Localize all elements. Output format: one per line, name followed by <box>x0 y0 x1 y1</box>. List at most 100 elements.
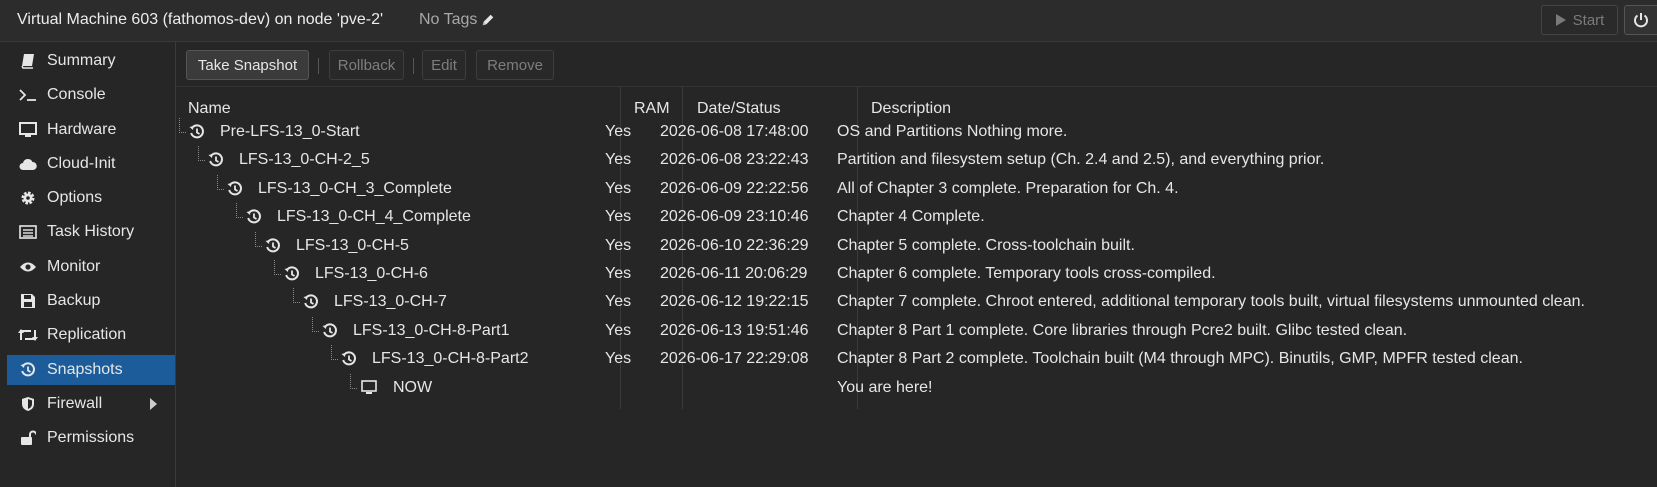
pencil-icon[interactable] <box>481 13 495 27</box>
monitor-icon <box>361 379 377 394</box>
table-row[interactable]: LFS-13_0-CH_3_Complete Yes 2026-06-09 22:2… <box>176 174 1657 203</box>
power-icon <box>1634 13 1648 28</box>
tags-label: No Tags <box>419 11 478 28</box>
snapshot-date: 2026-06-13 19:51:46 <box>660 321 809 339</box>
sidebar: Summary Console Hardware Cloud-Init Opti… <box>0 42 176 487</box>
snapshot-name: LFS-13_0-CH_3_Complete <box>258 179 452 197</box>
sidebar-item-replication[interactable]: Replication <box>7 320 175 350</box>
snapshot-ram: Yes <box>605 236 632 254</box>
table-row[interactable]: LFS-13_0-CH-2_5 Yes 2026-06-08 23:22:43 Par… <box>176 146 1657 174</box>
table-row[interactable]: LFS-13_0-CH-6 Yes 2026-06-11 20:06:29 Chapt… <box>176 260 1657 288</box>
column-header-date[interactable]: Date/Status <box>697 100 781 118</box>
sidebar-item-permissions[interactable]: Permissions <box>7 423 175 453</box>
tree-connector <box>274 260 281 275</box>
history-icon <box>284 266 299 281</box>
snapshot-name: LFS-13_0-CH-7 <box>334 293 447 311</box>
sidebar-item-hardware[interactable]: Hardware <box>7 115 175 145</box>
sidebar-item-label: Cloud-Init <box>47 155 116 172</box>
table-row[interactable]: LFS-13_0-CH-8-Part1 Yes 2026-06-13 19:51:4… <box>176 316 1657 345</box>
tree-connector <box>331 345 338 361</box>
sidebar-item-label: Monitor <box>47 258 101 275</box>
snapshot-description: Chapter 7 complete. Chroot entered, addi… <box>837 293 1585 311</box>
history-icon <box>303 294 318 309</box>
history-icon <box>265 237 280 252</box>
history-icon <box>189 124 204 139</box>
unlock-icon <box>18 429 38 447</box>
remove-button[interactable]: Remove <box>476 50 554 80</box>
toolbar-separator <box>413 58 414 74</box>
sidebar-item-snapshots[interactable]: Snapshots <box>7 355 175 385</box>
history-icon <box>227 181 242 196</box>
cloud-icon <box>18 155 38 173</box>
snapshot-name: LFS-13_0-CH-8-Part1 <box>353 321 510 339</box>
history-icon <box>341 351 356 366</box>
snapshot-ram: Yes <box>605 151 632 169</box>
snapshot-date: 2026-06-12 19:22:15 <box>660 293 809 311</box>
snapshot-description: All of Chapter 3 complete. Preparation f… <box>837 179 1179 197</box>
snapshot-name: LFS-13_0-CH-2_5 <box>239 151 370 169</box>
snapshot-date: 2026-06-10 22:36:29 <box>660 236 809 254</box>
snapshot-name: LFS-13_0-CH-5 <box>296 236 409 254</box>
snapshot-description: Chapter 5 complete. Cross-toolchain buil… <box>837 236 1135 254</box>
sidebar-item-label: Summary <box>47 52 116 69</box>
snapshot-name: LFS-13_0-CH-6 <box>315 265 428 282</box>
snapshot-date: 2026-06-11 20:06:29 <box>660 265 808 282</box>
toolbar-separator <box>318 58 319 74</box>
snapshot-ram: Yes <box>605 123 632 140</box>
snapshot-toolbar: Take Snapshot Rollback Edit Remove <box>176 42 1657 87</box>
tree-connector <box>312 316 319 332</box>
submenu-arrow-icon[interactable] <box>150 398 157 410</box>
sidebar-item-monitor[interactable]: Monitor <box>7 252 175 282</box>
start-button[interactable]: Start <box>1541 5 1618 35</box>
table-row[interactable]: LFS-13_0-CH-7 Yes 2026-06-12 19:22:15 Chapt… <box>176 288 1657 316</box>
gear-icon <box>18 189 38 207</box>
tags-editor[interactable]: No Tags <box>419 11 495 29</box>
snapshot-description: Chapter 6 complete. Temporary tools cros… <box>837 265 1216 282</box>
snapshot-description: Partition and filesystem setup (Ch. 2.4 … <box>837 151 1325 169</box>
rollback-button[interactable]: Rollback <box>329 50 404 80</box>
sidebar-item-options[interactable]: Options <box>7 183 175 213</box>
sidebar-item-summary[interactable]: Summary <box>7 46 175 76</box>
history-icon <box>208 152 223 167</box>
snapshot-grid: Name RAM Date/Status Description Pre-LFS… <box>176 87 1657 487</box>
snapshot-date: 2026-06-08 17:48:00 <box>660 123 809 140</box>
table-row[interactable]: LFS-13_0-CH-5 Yes 2026-06-10 22:36:29 Chapt… <box>176 231 1657 260</box>
sidebar-item-label: Replication <box>47 326 127 343</box>
snapshot-description: Chapter 8 Part 2 complete. Toolchain bui… <box>837 350 1523 368</box>
sidebar-item-label: Snapshots <box>47 361 123 378</box>
table-row[interactable]: LFS-13_0-CH-8-Part2 Yes 2026-06-17 22:29:0… <box>176 345 1657 373</box>
terminal-icon <box>18 86 38 104</box>
tree-connector <box>217 174 224 190</box>
tree-connector <box>255 231 262 247</box>
sidebar-item-label: Backup <box>47 292 101 309</box>
history-icon <box>246 209 261 224</box>
edit-button[interactable]: Edit <box>422 50 466 80</box>
snapshot-name: LFS-13_0-CH_4_Complete <box>277 208 471 226</box>
monitor-icon <box>18 121 38 139</box>
sidebar-item-task-history[interactable]: Task History <box>7 217 175 247</box>
take-snapshot-button[interactable]: Take Snapshot <box>186 50 309 80</box>
table-row[interactable]: Pre-LFS-13_0-Start Yes 2026-06-08 17:48:00… <box>176 118 1657 146</box>
sidebar-item-firewall[interactable]: Firewall <box>7 389 175 419</box>
column-header-description[interactable]: Description <box>871 100 951 118</box>
sidebar-item-backup[interactable]: Backup <box>7 286 175 316</box>
column-header-name[interactable]: Name <box>188 100 231 118</box>
snapshot-description: Chapter 4 Complete. <box>837 208 985 226</box>
snapshot-ram: Yes <box>605 265 632 282</box>
sidebar-item-cloud-init[interactable]: Cloud-Init <box>7 149 175 179</box>
history-icon <box>322 323 337 338</box>
shield-icon <box>18 395 38 413</box>
snapshot-date: 2026-06-09 22:22:56 <box>660 179 809 197</box>
snapshot-date: 2026-06-08 23:22:43 <box>660 151 809 169</box>
snapshot-ram: Yes <box>605 350 632 368</box>
column-header-ram[interactable]: RAM <box>634 100 670 118</box>
table-row[interactable]: LFS-13_0-CH_4_Complete Yes 2026-06-09 23:1… <box>176 203 1657 231</box>
top-bar: Virtual Machine 603 (fathomos-dev) on no… <box>0 0 1657 42</box>
snapshot-date: 2026-06-09 23:10:46 <box>660 208 809 226</box>
page-title: Virtual Machine 603 (fathomos-dev) on no… <box>17 11 384 28</box>
sidebar-item-console[interactable]: Console <box>7 80 175 110</box>
book-icon <box>18 52 38 70</box>
tree-connector <box>350 373 357 389</box>
current-state-row[interactable]: NOW You are here! <box>176 373 1657 402</box>
shutdown-button[interactable] <box>1624 5 1657 35</box>
